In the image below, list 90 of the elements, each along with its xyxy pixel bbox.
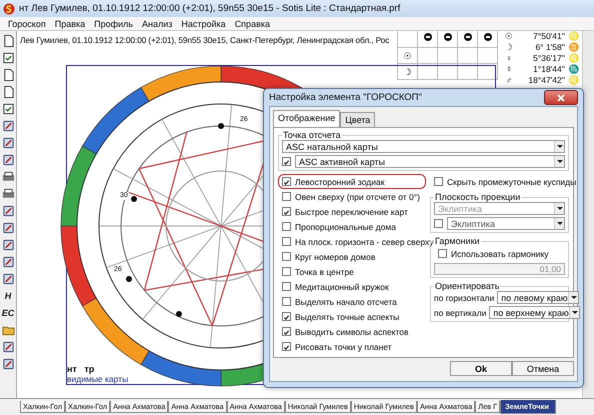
planet-position: 1°18'44'' <box>532 64 565 75</box>
checkbox-label: Выделять начало отсчета <box>295 296 397 306</box>
menu-item[interactable]: Анализ <box>142 18 172 28</box>
checkbox[interactable] <box>282 327 291 336</box>
table-row-label: ☽ <box>398 64 418 79</box>
checklist-icon[interactable] <box>2 102 14 116</box>
tool-icon[interactable] <box>2 119 14 133</box>
page-icon[interactable] <box>2 34 14 48</box>
cancel-button[interactable]: Отмена <box>512 361 574 376</box>
zodiac-sign: ♊ <box>568 42 580 53</box>
group-label: Плоскость проекции <box>434 192 522 202</box>
checkbox[interactable] <box>282 252 291 261</box>
close-icon <box>557 94 565 102</box>
planet-symbol: ☿ <box>504 64 514 75</box>
tool-icon[interactable] <box>2 153 14 167</box>
toolbar-button[interactable]: H <box>4 289 12 303</box>
tool-icon[interactable] <box>2 238 14 252</box>
menu-item[interactable]: Гороскоп <box>8 18 46 28</box>
checklist-icon[interactable] <box>2 51 14 65</box>
dropdown[interactable]: по левому краю <box>497 291 579 304</box>
zodiac-sign: ♌ <box>568 53 580 64</box>
zodiac-sign: ♌ <box>568 75 580 86</box>
field-label: по вертикали <box>434 308 486 318</box>
checkbox[interactable] <box>282 267 291 276</box>
checkbox-label: Выводить символы аспектов <box>295 326 409 336</box>
visible-charts-link[interactable]: видимые карты <box>67 374 128 384</box>
window-title: нт Лев Гумилев, 01.10.1912 12:00:00 (+2:01), 59n55 30e15 - Sotis Lite : Стандартная.prf <box>19 3 400 14</box>
dropdown[interactable]: ASC натальной карты <box>282 140 565 153</box>
dialog-tab[interactable]: Цвета <box>340 112 376 127</box>
planet-position: 18°47'42'' <box>527 75 565 86</box>
checkbox[interactable] <box>282 312 291 321</box>
table-row-label: ☉ <box>398 48 418 63</box>
planet-position: 7°50'41'' <box>532 31 565 42</box>
checkbox-label: Круг номеров домов <box>295 252 376 262</box>
checkbox[interactable] <box>282 207 291 216</box>
planet-symbol: ♀ <box>504 53 514 64</box>
checkbox-label: Пропорциональные дома <box>295 222 396 232</box>
zodiac-sign: ♏ <box>568 64 580 75</box>
group-label: Гармоники <box>434 236 481 246</box>
tool-icon[interactable] <box>2 340 14 354</box>
ok-button[interactable]: Ok <box>450 361 512 376</box>
dialog-title: Настройка элемента "ГОРОСКОП" <box>269 92 422 103</box>
logo-icon <box>3 2 15 14</box>
tool-icon[interactable] <box>2 357 14 371</box>
checkbox[interactable] <box>282 177 291 186</box>
close-button[interactable] <box>544 90 578 105</box>
planet-symbol: ☽ <box>504 42 514 53</box>
checkbox[interactable] <box>434 219 443 228</box>
checkbox[interactable] <box>282 237 291 246</box>
tool-icon[interactable] <box>2 136 14 150</box>
checkbox-label: Скрыть промежуточные куспиды <box>447 176 576 186</box>
group-label: Ориентировать <box>434 281 500 291</box>
checkbox[interactable] <box>282 282 291 291</box>
planet-position: 6° 1'58'' <box>534 42 565 53</box>
checkbox-label: Быстрое переключение карт <box>295 206 408 216</box>
field-label: по горизонтали <box>434 292 494 302</box>
checkbox-label: Точка в центре <box>295 266 354 276</box>
checkbox[interactable] <box>434 177 443 186</box>
planet-symbol: ♂ <box>504 75 514 86</box>
checkbox-label: Выделять точные аспекты <box>295 312 400 322</box>
tool-icon[interactable] <box>2 221 14 235</box>
menu-item[interactable]: Справка <box>234 18 270 28</box>
checkbox-label: Овен сверху (при отсчете от 0°) <box>295 192 420 202</box>
checkbox-label: Медитационный кружок <box>295 282 389 292</box>
chart-caption: нт тр <box>67 364 96 374</box>
dropdown[interactable]: по верхнему краю <box>489 306 580 319</box>
tool-icon[interactable] <box>2 255 14 269</box>
menu-item[interactable]: Профиль <box>94 18 133 28</box>
checkbox[interactable] <box>282 192 291 201</box>
menu-item[interactable]: Настройка <box>181 18 226 28</box>
checkbox[interactable] <box>282 297 291 306</box>
checkbox[interactable] <box>282 157 291 166</box>
tool-icon[interactable] <box>2 204 14 218</box>
toolbar-button[interactable]: EC <box>2 306 14 320</box>
checkbox-label: Левосторонний зодиак <box>295 176 384 186</box>
checkbox-label: Использовать гармонику <box>451 248 549 258</box>
tool-icon[interactable] <box>2 272 14 286</box>
dropdown[interactable]: ASC активной карты <box>295 155 565 168</box>
dialog-tab[interactable]: Отображение <box>273 110 340 127</box>
zodiac-sign: ♌ <box>568 31 580 42</box>
planet-symbol: ☉ <box>504 31 514 42</box>
group-label: Точка отсчета <box>282 130 342 140</box>
page-icon[interactable] <box>2 85 14 99</box>
checkbox-label: Рисовать точки у планет <box>295 342 392 352</box>
checkbox[interactable] <box>282 342 291 351</box>
page-icon[interactable] <box>2 68 14 82</box>
chart-header: Лев Гумилев, 01.10.1912 12:00:00 (+2:01), 59n55 30e15, Санкт-Петербург, Ленинградская обл., Рос <box>20 35 390 45</box>
menu-item[interactable]: Правка <box>54 18 86 28</box>
checkbox[interactable] <box>282 222 291 231</box>
planet-position: 5°36'17'' <box>532 53 565 64</box>
